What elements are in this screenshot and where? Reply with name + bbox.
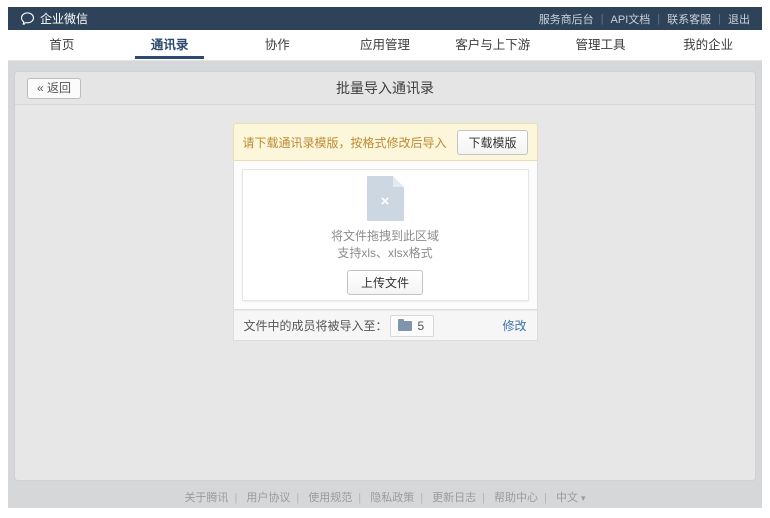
import-target-row: 文件中的成员将被导入至： 5 修改: [233, 310, 538, 341]
nav-item-contacts[interactable]: 通讯录: [116, 30, 224, 60]
department-count: 5: [418, 319, 425, 333]
import-target-label: 文件中的成员将被导入至：: [244, 317, 388, 334]
divider: |: [420, 492, 423, 504]
back-button-label: 返回: [47, 81, 71, 95]
notice-text: 请下载通讯录模版，按格式修改后导入: [243, 134, 458, 151]
divider: |: [718, 13, 721, 25]
app-logo: 企业微信: [20, 10, 88, 27]
back-chevron-icon: «: [37, 81, 44, 95]
upload-file-button[interactable]: 上传文件: [347, 270, 423, 295]
wechat-work-logo-icon: [20, 12, 35, 25]
nav-label: 协作: [249, 32, 306, 59]
nav-label: 管理工具: [559, 32, 641, 59]
footer-link-privacy[interactable]: 隐私政策: [370, 492, 414, 504]
x-mark: ×: [381, 194, 390, 209]
page-container: 企业微信 服务商后台 | API文档 | 联系客服 | 退出 首页 通讯录 协作 应用…: [8, 7, 762, 508]
footer-link-changelog[interactable]: 更新日志: [432, 492, 476, 504]
back-button[interactable]: « 返回: [27, 78, 81, 99]
divider: |: [544, 492, 547, 504]
api-docs-link[interactable]: API文档: [611, 11, 651, 27]
screen: 企业微信 服务商后台 | API文档 | 联系客服 | 退出 首页 通讯录 协作 应用…: [0, 0, 770, 518]
modify-target-link[interactable]: 修改: [502, 317, 526, 334]
divider: |: [601, 13, 604, 25]
language-label: 中文: [556, 492, 578, 504]
footer: 关于腾讯 | 用户协议 | 使用规范 | 隐私政策 | 更新日志 | 帮助中心 | 中文 ▾: [8, 481, 762, 505]
file-dropzone[interactable]: × 将文件拖拽到此区域 支持xls、xlsx格式 上传文件: [242, 169, 529, 301]
nav-label: 我的企业: [667, 32, 749, 59]
nav-label: 首页: [33, 32, 90, 59]
divider: |: [234, 492, 237, 504]
main-section: « 返回 批量导入通讯录 请下载通讯录模版，按格式修改后导入 下载模版 ×: [8, 61, 762, 508]
app-logo-text: 企业微信: [40, 10, 88, 27]
topbar-links: 服务商后台 | API文档 | 联系客服 | 退出: [539, 11, 750, 27]
provider-console-link[interactable]: 服务商后台: [539, 11, 594, 27]
nav-item-admin-tools[interactable]: 管理工具: [547, 30, 655, 60]
dropdown-arrow-icon: ▾: [581, 493, 586, 503]
topbar: 企业微信 服务商后台 | API文档 | 联系客服 | 退出: [8, 7, 762, 30]
footer-link-help-center[interactable]: 帮助中心: [494, 492, 538, 504]
divider: |: [482, 492, 485, 504]
divider: |: [296, 492, 299, 504]
department-box: 5: [390, 315, 435, 337]
nav-label: 应用管理: [344, 32, 426, 59]
card-body: × 将文件拖拽到此区域 支持xls、xlsx格式 上传文件: [233, 161, 538, 310]
nav-item-customers[interactable]: 客户与上下游: [439, 30, 547, 60]
dropzone-hint: 将文件拖拽到此区域 支持xls、xlsx格式: [331, 228, 439, 262]
logout-link[interactable]: 退出: [728, 11, 750, 27]
download-template-button[interactable]: 下载模版: [457, 130, 527, 155]
template-notice-bar: 请下载通讯录模版，按格式修改后导入 下载模版: [233, 123, 538, 161]
nav-item-app-management[interactable]: 应用管理: [331, 30, 439, 60]
page-title: 批量导入通讯录: [15, 72, 755, 105]
footer-link-about[interactable]: 关于腾讯: [184, 492, 228, 504]
language-selector[interactable]: 中文 ▾: [556, 492, 586, 504]
main-nav: 首页 通讯录 协作 应用管理 客户与上下游 管理工具 我的企业: [8, 30, 762, 61]
content-panel: « 返回 批量导入通讯录 请下载通讯录模版，按格式修改后导入 下载模版 ×: [14, 71, 756, 481]
nav-item-collaboration[interactable]: 协作: [223, 30, 331, 60]
dropzone-hint-line2: 支持xls、xlsx格式: [331, 245, 439, 262]
import-card: 请下载通讯录模版，按格式修改后导入 下载模版 × 将文件拖拽到此区域 支持xls…: [233, 123, 538, 341]
footer-link-usage-rules[interactable]: 使用规范: [308, 492, 352, 504]
excel-file-icon: ×: [367, 176, 404, 221]
divider: |: [657, 13, 660, 25]
footer-link-user-agreement[interactable]: 用户协议: [246, 492, 290, 504]
nav-label: 客户与上下游: [439, 32, 546, 59]
nav-item-home[interactable]: 首页: [8, 30, 116, 60]
contact-support-link[interactable]: 联系客服: [667, 11, 711, 27]
nav-item-my-company[interactable]: 我的企业: [654, 30, 762, 60]
nav-label: 通讯录: [135, 32, 205, 59]
divider: |: [358, 492, 361, 504]
panel-header: « 返回 批量导入通讯录: [15, 72, 755, 105]
dropzone-hint-line1: 将文件拖拽到此区域: [331, 228, 439, 245]
folder-icon: [398, 321, 412, 331]
